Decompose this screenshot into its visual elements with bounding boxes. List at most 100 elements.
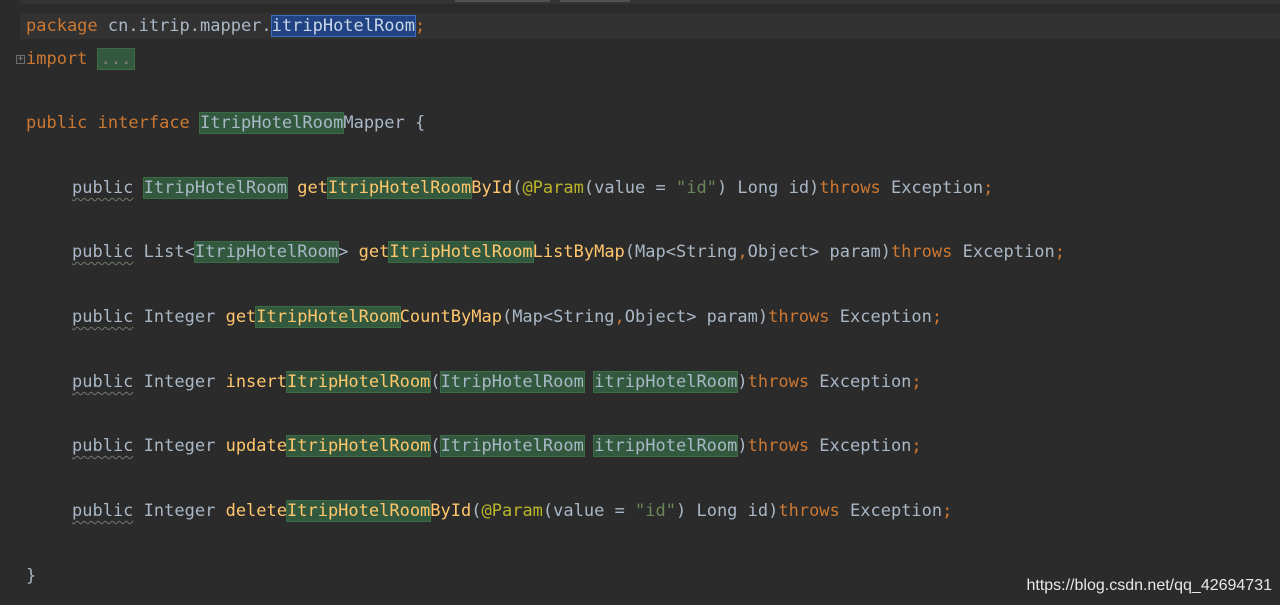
param-annotation: @Param [481,501,543,521]
public-modifier: public [72,372,134,392]
return-type: Integer [143,436,216,456]
paren-close: ) [737,372,748,392]
interface-name-rest: Mapper [343,113,405,133]
params-a: (Map<String [501,307,615,327]
semicolon: ; [983,178,994,198]
semicolon: ; [931,307,943,327]
method-name-suffix: ById [471,178,513,198]
method-name-prefix: update [225,436,287,456]
throws-keyword: throws [747,436,810,456]
method-name-suffix: ById [430,501,472,521]
return-type[interactable]: ItripHotelRoom [142,177,288,199]
interface-keyword: interface [97,113,190,133]
annotation-args-end: ) Long id) [716,178,820,198]
return-type: Integer [143,307,216,327]
folded-imports-placeholder[interactable]: ... [96,48,136,70]
param-name-highlight[interactable]: itripHotelRoom [593,435,739,457]
string-literal: "id" [675,178,717,198]
method-name-highlight[interactable]: ItripHotelRoom [285,500,432,522]
return-type-prefix: List< [143,242,195,262]
fold-expand-icon[interactable]: + [16,55,25,64]
param-annotation: @Param [522,178,584,198]
throws-keyword: throws [747,372,810,392]
editor-tab[interactable] [560,0,630,2]
package-name: cn.itrip.mapper. [97,16,272,36]
semicolon: ; [942,501,953,521]
public-modifier: public [72,242,134,262]
throws-keyword: throws [890,242,953,262]
annotation-args-end: ) Long id) [676,501,779,521]
exception-type: Exception [809,372,912,392]
code-line-method-insert[interactable]: public Integer insertItripHotelRoom(Itri… [72,369,922,395]
exception-type: Exception [809,436,912,456]
throws-keyword: throws [778,501,840,521]
params-b: Object> param) [747,242,891,262]
method-name-highlight[interactable]: ItripHotelRoom [388,241,534,263]
exception-type: Exception [839,501,943,521]
code-line-import[interactable]: import ... [26,46,136,72]
return-type-suffix: > [338,242,349,262]
close-brace: } [26,566,37,586]
interface-name-highlight[interactable]: ItripHotelRoom [199,112,345,134]
import-keyword: import [26,49,88,69]
comma: , [737,242,748,262]
method-name-prefix: insert [225,372,287,392]
code-line-method-delete-by-id[interactable]: public Integer deleteItripHotelRoomById(… [72,498,952,524]
return-type: Integer [143,501,216,521]
public-modifier: public [26,113,88,133]
exception-type: Exception [952,242,1055,262]
annotation-args: (value = [583,178,676,198]
semicolon: ; [911,372,922,392]
throws-keyword: throws [819,178,881,198]
semicolon: ; [414,16,426,36]
string-literal: "id" [635,501,676,521]
public-modifier: public [72,436,134,456]
semicolon: ; [1054,242,1065,262]
param-type-highlight[interactable]: ItripHotelRoom [439,371,585,393]
paren-open: ( [512,178,523,198]
return-type-generic[interactable]: ItripHotelRoom [193,241,340,263]
paren-close: ) [737,436,748,456]
editor-tab[interactable] [455,0,550,2]
method-name-prefix: get [358,242,390,262]
code-line-closing-brace[interactable]: } [26,563,36,589]
package-keyword: package [26,16,98,36]
paren-open: ( [430,372,441,392]
code-line-package[interactable]: package cn.itrip.mapper.itripHotelRoom; [20,13,1280,39]
throws-keyword: throws [768,307,830,327]
paren-open: ( [430,436,441,456]
method-name-prefix: get [225,307,257,327]
selected-package-segment[interactable]: itripHotelRoom [270,15,416,37]
params-b: Object> param) [624,307,769,327]
method-name-highlight[interactable]: ItripHotelRoom [326,177,473,199]
comma: , [614,307,625,327]
code-line-method-list-by-map[interactable]: public List<ItripHotelRoom> getItripHote… [72,239,1065,265]
code-line-method-update[interactable]: public Integer updateItripHotelRoom(Itri… [72,433,922,459]
paren-open: ( [471,501,482,521]
public-modifier: public [72,307,134,327]
exception-type: Exception [880,178,984,198]
annotation-args: (value = [542,501,636,521]
method-name-highlight[interactable]: ItripHotelRoom [255,306,401,328]
method-name-prefix: get [297,178,328,198]
params-a: (Map<String [624,242,738,262]
method-name-highlight[interactable]: ItripHotelRoom [285,371,432,393]
method-name-suffix: ListByMap [532,242,625,262]
method-name-highlight[interactable]: ItripHotelRoom [285,435,432,457]
public-modifier: public [72,501,134,521]
watermark-url: https://blog.csdn.net/qq_42694731 [1026,577,1272,594]
param-type-highlight[interactable]: ItripHotelRoom [439,435,585,457]
editor-tab-bar [0,0,1280,4]
method-name-prefix: delete [225,501,287,521]
code-line-interface[interactable]: public interface ItripHotelRoomMapper { [26,110,425,136]
return-type: Integer [143,372,216,392]
open-brace: { [404,113,426,133]
method-name-suffix: CountByMap [399,307,502,327]
param-name-highlight[interactable]: itripHotelRoom [593,371,739,393]
public-modifier: public [72,178,134,198]
code-line-method-get-by-id[interactable]: public ItripHotelRoom getItripHotelRoomB… [72,175,993,201]
exception-type: Exception [829,307,932,327]
semicolon: ; [911,436,922,456]
code-line-method-count-by-map[interactable]: public Integer getItripHotelRoomCountByM… [72,304,942,330]
editor-gutter [0,0,20,605]
